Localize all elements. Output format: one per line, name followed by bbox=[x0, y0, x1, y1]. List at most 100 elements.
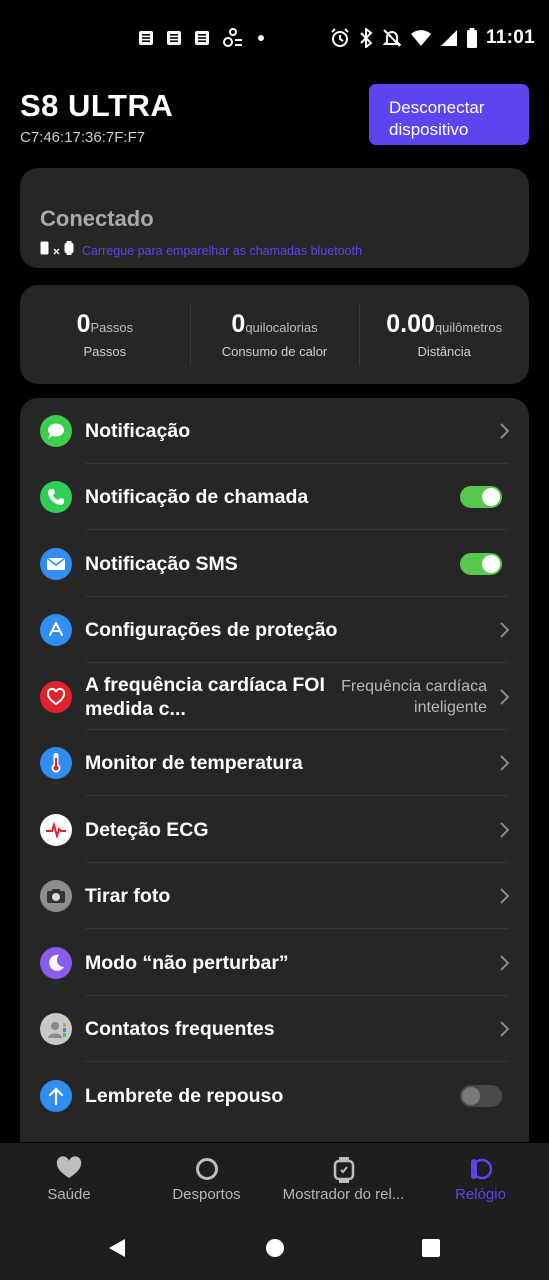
settings-row-protection[interactable]: Configurações de proteção bbox=[20, 597, 529, 663]
status-time: 11:01 bbox=[485, 27, 535, 48]
stat-unit: quilômetros bbox=[434, 319, 503, 335]
toggle-knob bbox=[482, 555, 500, 573]
camera-icon bbox=[40, 880, 72, 912]
phone-icon bbox=[40, 481, 72, 513]
settings-row-temperature[interactable]: Monitor de temperatura bbox=[20, 730, 529, 796]
tab-label: Desportos bbox=[172, 1186, 241, 1203]
rest-reminder-toggle[interactable] bbox=[460, 1085, 502, 1107]
activity-stats-card: 0 Passos Passos 0 quilocalorias Consumo … bbox=[20, 285, 529, 384]
accessibility-icon bbox=[222, 28, 244, 48]
dot-icon bbox=[256, 33, 266, 43]
stat-value: 0.00 bbox=[386, 309, 435, 338]
settings-row-notification[interactable]: Notificação bbox=[20, 398, 529, 464]
tab-label: Mostrador do rel... bbox=[282, 1186, 405, 1203]
battery-icon bbox=[466, 28, 478, 48]
settings-row-call-notification: Notificação de chamada bbox=[20, 464, 529, 530]
news-icon bbox=[194, 30, 210, 46]
watch-tab-icon bbox=[333, 1156, 355, 1189]
settings-row-sms-notification: Notificação SMS bbox=[20, 531, 529, 597]
tab-health[interactable]: Saúde bbox=[0, 1143, 138, 1213]
chevron-right-icon bbox=[500, 955, 510, 971]
sms-notification-toggle[interactable] bbox=[460, 553, 502, 575]
phone-small-icon bbox=[40, 241, 49, 260]
mute-icon bbox=[382, 28, 402, 48]
status-bar: 11:01 bbox=[0, 0, 549, 76]
moon-icon bbox=[40, 947, 72, 979]
tab-label: Relógio bbox=[455, 1186, 506, 1203]
settings-row-label: Lembrete de repouso bbox=[85, 1085, 284, 1107]
settings-row-rest-reminder: Lembrete de repouso bbox=[20, 1063, 529, 1129]
stat-label: Consumo de calor bbox=[221, 343, 328, 359]
chevron-right-icon bbox=[500, 888, 510, 904]
divider bbox=[85, 928, 509, 929]
toggle-knob bbox=[482, 488, 500, 506]
settings-row-do-not-disturb[interactable]: Modo “não perturbar” bbox=[20, 930, 529, 996]
ecg-icon bbox=[40, 814, 72, 846]
chevron-right-icon bbox=[500, 423, 510, 439]
watch-side-tab-icon bbox=[468, 1156, 494, 1187]
app-store-icon bbox=[40, 614, 72, 646]
close-small-icon bbox=[53, 242, 60, 260]
settings-row-label: Notificação bbox=[85, 420, 191, 442]
home-icon[interactable] bbox=[264, 1237, 286, 1259]
stat-unit: Passos bbox=[90, 319, 134, 335]
system-navigation-bar bbox=[0, 1213, 549, 1280]
heart-rate-mode-value: Frequência cardíaca inteligente bbox=[341, 678, 487, 716]
tab-sports[interactable]: Desportos bbox=[138, 1143, 275, 1213]
stat-value: 0 bbox=[231, 309, 246, 338]
stat-steps: 0 Passos Passos bbox=[20, 300, 190, 370]
chevron-right-icon bbox=[500, 689, 510, 705]
divider bbox=[85, 662, 509, 663]
back-icon[interactable] bbox=[106, 1237, 128, 1259]
settings-row-take-photo[interactable]: Tirar foto bbox=[20, 863, 529, 929]
news-icon bbox=[166, 30, 182, 46]
signal-icon bbox=[440, 29, 458, 47]
connection-status: Conectado bbox=[40, 206, 154, 231]
thermometer-icon bbox=[40, 747, 72, 779]
tab-label: Saúde bbox=[47, 1186, 91, 1203]
settings-row-ecg[interactable]: Deteção ECG bbox=[20, 797, 529, 863]
message-icon bbox=[40, 415, 72, 447]
settings-row-heart-rate[interactable]: A frequência cardíaca FOI medida c... Fr… bbox=[20, 664, 529, 730]
wifi-icon bbox=[410, 29, 432, 47]
tab-watch-faces[interactable]: Mostrador do rel... bbox=[275, 1143, 412, 1213]
connection-card[interactable]: Conectado Carregue para emparelhar as ch… bbox=[20, 168, 529, 268]
settings-row-label: Tirar foto bbox=[85, 885, 171, 907]
settings-row-label: Contatos frequentes bbox=[85, 1018, 275, 1040]
disconnect-device-button[interactable]: Desconectar dispositivo bbox=[369, 84, 529, 145]
alarm-icon bbox=[330, 28, 350, 48]
settings-row-frequent-contacts[interactable]: Contatos frequentes bbox=[20, 996, 529, 1062]
toggle-knob bbox=[462, 1087, 480, 1105]
stat-calories: 0 quilocalorias Consumo de calor bbox=[189, 300, 360, 370]
contacts-icon bbox=[40, 1013, 72, 1045]
stat-label: Passos bbox=[83, 343, 127, 359]
stat-value: 0 bbox=[76, 309, 91, 338]
chevron-right-icon bbox=[500, 1021, 510, 1037]
stat-distance: 0.00 quilômetros Distância bbox=[359, 300, 529, 370]
divider bbox=[85, 795, 509, 796]
circle-tab-icon bbox=[194, 1156, 220, 1187]
chevron-right-icon bbox=[500, 622, 510, 638]
pairing-hint-text: Carregue para emparelhar as chamadas blu… bbox=[82, 243, 363, 258]
settings-row-label: Notificação de chamada bbox=[85, 486, 309, 508]
heart-tab-icon bbox=[55, 1156, 83, 1185]
bottom-tab-bar: Saúde Desportos Mostrador do rel... Reló… bbox=[0, 1143, 549, 1213]
chevron-right-icon bbox=[500, 822, 510, 838]
stat-label: Distância bbox=[417, 343, 471, 359]
settings-row-label: Configurações de proteção bbox=[85, 619, 338, 641]
settings-list: Notificação Notificação de chamada Notif… bbox=[20, 398, 529, 1142]
settings-row-label: Notificação SMS bbox=[85, 553, 238, 575]
divider bbox=[85, 529, 509, 530]
arrow-up-icon bbox=[40, 1080, 72, 1112]
news-icon bbox=[138, 30, 154, 46]
watch-small-icon bbox=[64, 241, 74, 260]
call-notification-toggle[interactable] bbox=[460, 486, 502, 508]
recents-icon[interactable] bbox=[420, 1237, 442, 1259]
mail-icon bbox=[40, 548, 72, 580]
heart-icon bbox=[40, 681, 72, 713]
stat-unit: quilocalorias bbox=[245, 319, 318, 335]
device-mac-address: C7:46:17:36:7F:F7 bbox=[20, 129, 146, 146]
bluetooth-call-pairing-hint[interactable]: Carregue para emparelhar as chamadas blu… bbox=[40, 241, 362, 260]
tab-watch[interactable]: Relógio bbox=[412, 1143, 549, 1213]
bluetooth-icon bbox=[358, 28, 374, 48]
